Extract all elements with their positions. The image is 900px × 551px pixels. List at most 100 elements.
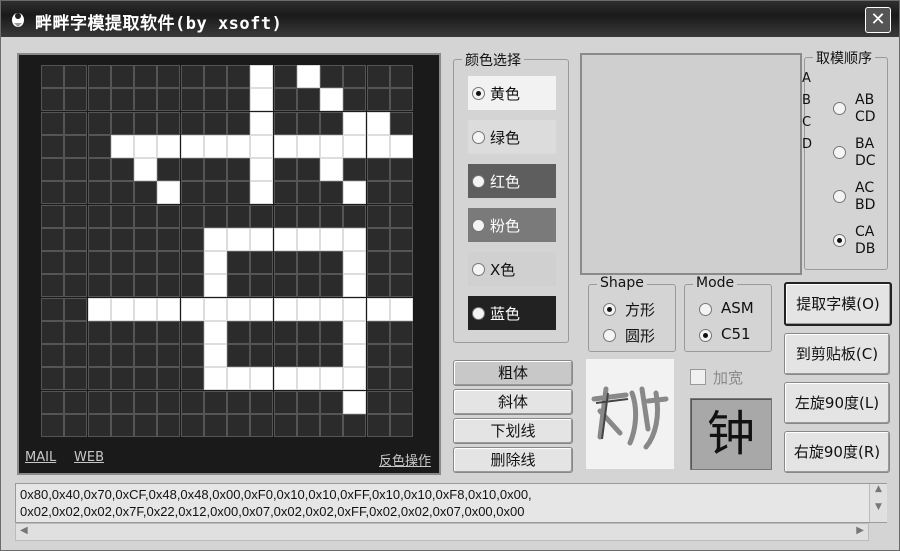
- scroll-up-icon[interactable]: ▲: [870, 484, 887, 494]
- matrix-cell[interactable]: [110, 65, 134, 88]
- matrix-cell[interactable]: [157, 274, 181, 298]
- matrix-cell[interactable]: [250, 227, 274, 251]
- matrix-cell[interactable]: [227, 181, 250, 205]
- matrix-cell[interactable]: [250, 88, 274, 112]
- matrix-cell[interactable]: [41, 274, 64, 298]
- matrix-cell[interactable]: [273, 227, 297, 251]
- matrix-cell[interactable]: [203, 251, 227, 274]
- radio-button[interactable]: [472, 263, 485, 276]
- matrix-cell[interactable]: [41, 390, 64, 414]
- matrix-cell[interactable]: [41, 367, 64, 391]
- matrix-cell[interactable]: [157, 251, 181, 274]
- matrix-cell[interactable]: [366, 227, 390, 251]
- matrix-cell[interactable]: [134, 251, 157, 274]
- matrix-cell[interactable]: [110, 227, 134, 251]
- matrix-cell[interactable]: [389, 320, 413, 344]
- matrix-cell[interactable]: [110, 367, 134, 391]
- color-option[interactable]: 蓝色: [468, 296, 556, 330]
- mode-option-radio[interactable]: [699, 303, 712, 316]
- matrix-cell[interactable]: [203, 367, 227, 391]
- matrix-cell[interactable]: [343, 227, 367, 251]
- matrix-cell[interactable]: [320, 274, 343, 298]
- matrix-cell[interactable]: [134, 181, 157, 205]
- matrix-cell[interactable]: [203, 390, 227, 414]
- color-option[interactable]: X色: [468, 252, 556, 286]
- matrix-cell[interactable]: [110, 297, 134, 321]
- matrix-cell[interactable]: [296, 134, 320, 158]
- matrix-cell[interactable]: [273, 251, 297, 274]
- order-option-radio[interactable]: [833, 146, 846, 159]
- matrix-cell[interactable]: [180, 204, 204, 228]
- matrix-cell[interactable]: [157, 88, 181, 112]
- matrix-cell[interactable]: [343, 413, 367, 437]
- matrix-cell[interactable]: [87, 367, 111, 391]
- matrix-cell[interactable]: [366, 251, 390, 274]
- matrix-cell[interactable]: [157, 344, 181, 367]
- matrix-cell[interactable]: [87, 134, 111, 158]
- matrix-cell[interactable]: [134, 134, 157, 158]
- matrix-cell[interactable]: [110, 204, 134, 228]
- matrix-cell[interactable]: [227, 158, 250, 181]
- matrix-cell[interactable]: [64, 65, 88, 88]
- matrix-cell[interactable]: [343, 134, 367, 158]
- matrix-cell[interactable]: [227, 367, 250, 391]
- matrix-cell[interactable]: [41, 227, 64, 251]
- matrix-cell[interactable]: [64, 227, 88, 251]
- matrix-cell[interactable]: [157, 413, 181, 437]
- matrix-cell[interactable]: [180, 367, 204, 391]
- matrix-cell[interactable]: [134, 367, 157, 391]
- matrix-cell[interactable]: [157, 367, 181, 391]
- matrix-cell[interactable]: [320, 88, 343, 112]
- matrix-cell[interactable]: [180, 65, 204, 88]
- web-link[interactable]: WEB: [74, 450, 104, 465]
- matrix-cell[interactable]: [320, 227, 343, 251]
- matrix-cell[interactable]: [273, 88, 297, 112]
- matrix-cell[interactable]: [250, 181, 274, 205]
- matrix-cell[interactable]: [320, 367, 343, 391]
- matrix-cell[interactable]: [366, 204, 390, 228]
- matrix-cell[interactable]: [87, 320, 111, 344]
- scroll-right-icon[interactable]: ▶: [856, 525, 864, 536]
- matrix-cell[interactable]: [87, 227, 111, 251]
- matrix-cell[interactable]: [227, 320, 250, 344]
- matrix-cell[interactable]: [203, 297, 227, 321]
- matrix-cell[interactable]: [273, 390, 297, 414]
- matrix-cell[interactable]: [110, 251, 134, 274]
- matrix-cell[interactable]: [110, 88, 134, 112]
- matrix-cell[interactable]: [180, 274, 204, 298]
- matrix-cell[interactable]: [273, 204, 297, 228]
- matrix-cell[interactable]: [227, 297, 250, 321]
- order-option-radio[interactable]: [833, 234, 846, 247]
- scroll-left-icon[interactable]: ◀: [20, 525, 28, 536]
- radio-button[interactable]: [472, 219, 485, 232]
- matrix-cell[interactable]: [389, 65, 413, 88]
- matrix-cell[interactable]: [203, 320, 227, 344]
- matrix-cell[interactable]: [180, 390, 204, 414]
- matrix-cell[interactable]: [180, 344, 204, 367]
- matrix-cell[interactable]: [296, 88, 320, 112]
- matrix-cell[interactable]: [227, 111, 250, 135]
- matrix-cell[interactable]: [87, 111, 111, 135]
- matrix-cell[interactable]: [110, 320, 134, 344]
- matrix-cell[interactable]: [320, 344, 343, 367]
- matrix-cell[interactable]: [343, 251, 367, 274]
- matrix-cell[interactable]: [227, 413, 250, 437]
- matrix-cell[interactable]: [203, 65, 227, 88]
- order-option-radio[interactable]: [833, 190, 846, 203]
- matrix-cell[interactable]: [343, 390, 367, 414]
- matrix-cell[interactable]: [366, 65, 390, 88]
- matrix-cell[interactable]: [389, 134, 413, 158]
- matrix-cell[interactable]: [296, 111, 320, 135]
- matrix-cell[interactable]: [389, 227, 413, 251]
- underline-button[interactable]: 下划线: [453, 418, 573, 444]
- matrix-cell[interactable]: [343, 158, 367, 181]
- matrix-cell[interactable]: [87, 413, 111, 437]
- bold-button[interactable]: 粗体: [453, 360, 573, 386]
- matrix-cell[interactable]: [389, 181, 413, 205]
- copy-to-clipboard-button[interactable]: 到剪贴板(C): [784, 333, 890, 375]
- matrix-cell[interactable]: [343, 344, 367, 367]
- matrix-cell[interactable]: [296, 367, 320, 391]
- matrix-cell[interactable]: [250, 134, 274, 158]
- matrix-cell[interactable]: [250, 274, 274, 298]
- matrix-cell[interactable]: [157, 158, 181, 181]
